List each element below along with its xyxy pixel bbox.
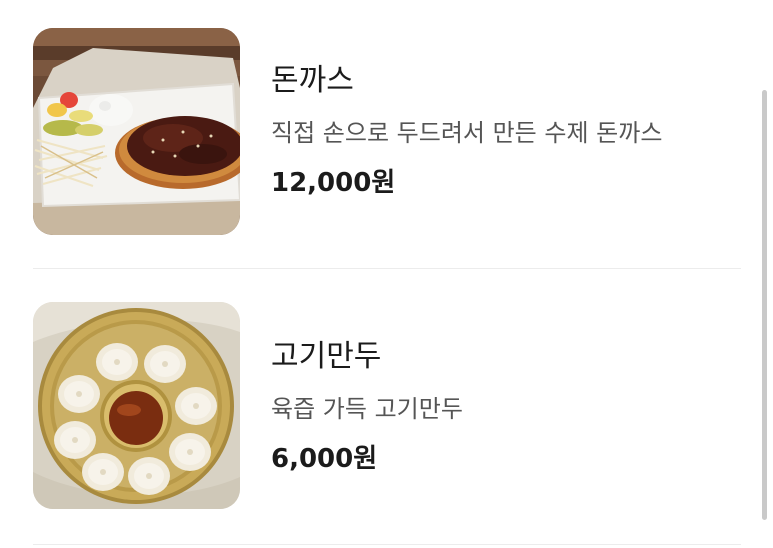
dumplings-photo-icon xyxy=(33,302,240,509)
menu-item-name: 고기만두 xyxy=(271,339,382,374)
menu-list: 돈까스 직접 손으로 두드려서 만든 수제 돈까스 12,000원 고기만두 육… xyxy=(0,0,773,548)
menu-item-dumplings[interactable]: 고기만두 육즙 가득 고기만두 6,000원 xyxy=(0,272,773,512)
menu-item-name: 돈까스 xyxy=(271,63,354,98)
scrollbar[interactable] xyxy=(762,90,767,520)
divider xyxy=(33,544,741,545)
menu-item-description: 육즙 가득 고기만두 xyxy=(271,395,463,423)
menu-item-pork-cutlet[interactable]: 돈까스 직접 손으로 두드려서 만든 수제 돈까스 12,000원 xyxy=(0,0,773,240)
pork-cutlet-photo-icon xyxy=(33,28,240,235)
menu-item-price: 12,000원 xyxy=(271,168,396,198)
divider xyxy=(33,268,741,269)
menu-item-description: 직접 손으로 두드려서 만든 수제 돈까스 xyxy=(271,119,663,147)
menu-item-price: 6,000원 xyxy=(271,444,378,474)
